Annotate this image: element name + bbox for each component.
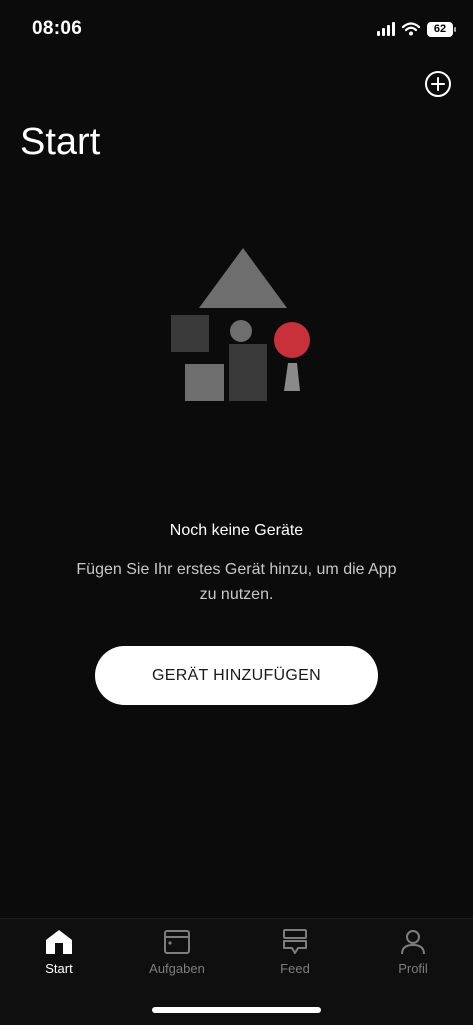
home-indicator bbox=[152, 1007, 321, 1013]
tab-profil[interactable]: Profil bbox=[354, 929, 472, 989]
cellular-signal-icon bbox=[377, 22, 395, 36]
empty-state-title: Noch keine Geräte bbox=[169, 522, 304, 539]
status-bar: 08:06 62 bbox=[0, 0, 473, 56]
add-device-button[interactable] bbox=[424, 70, 452, 98]
tasks-icon bbox=[164, 930, 190, 954]
tab-label: Aufgaben bbox=[149, 961, 205, 976]
tab-aufgaben[interactable]: Aufgaben bbox=[118, 929, 236, 989]
tab-start[interactable]: Start bbox=[0, 929, 118, 989]
plus-circle-icon bbox=[425, 71, 451, 97]
tab-label: Feed bbox=[280, 961, 310, 976]
devices-house-illustration bbox=[171, 248, 310, 401]
tab-label: Profil bbox=[398, 961, 428, 976]
page-title: Start bbox=[20, 121, 101, 163]
status-time: 08:06 bbox=[32, 18, 83, 39]
feed-icon bbox=[283, 929, 307, 954]
wifi-icon bbox=[402, 22, 420, 36]
add-device-primary-button[interactable]: GERÄT HINZUFÜGEN bbox=[95, 646, 378, 705]
empty-state-description: Fügen Sie Ihr erstes Gerät hinzu, um die… bbox=[76, 561, 397, 603]
tab-label: Start bbox=[45, 961, 73, 976]
status-icons: 62 bbox=[377, 20, 456, 38]
tab-feed[interactable]: Feed bbox=[236, 929, 354, 989]
battery-icon: 62 bbox=[427, 21, 456, 37]
profile-icon bbox=[401, 930, 425, 955]
home-icon bbox=[46, 930, 72, 954]
